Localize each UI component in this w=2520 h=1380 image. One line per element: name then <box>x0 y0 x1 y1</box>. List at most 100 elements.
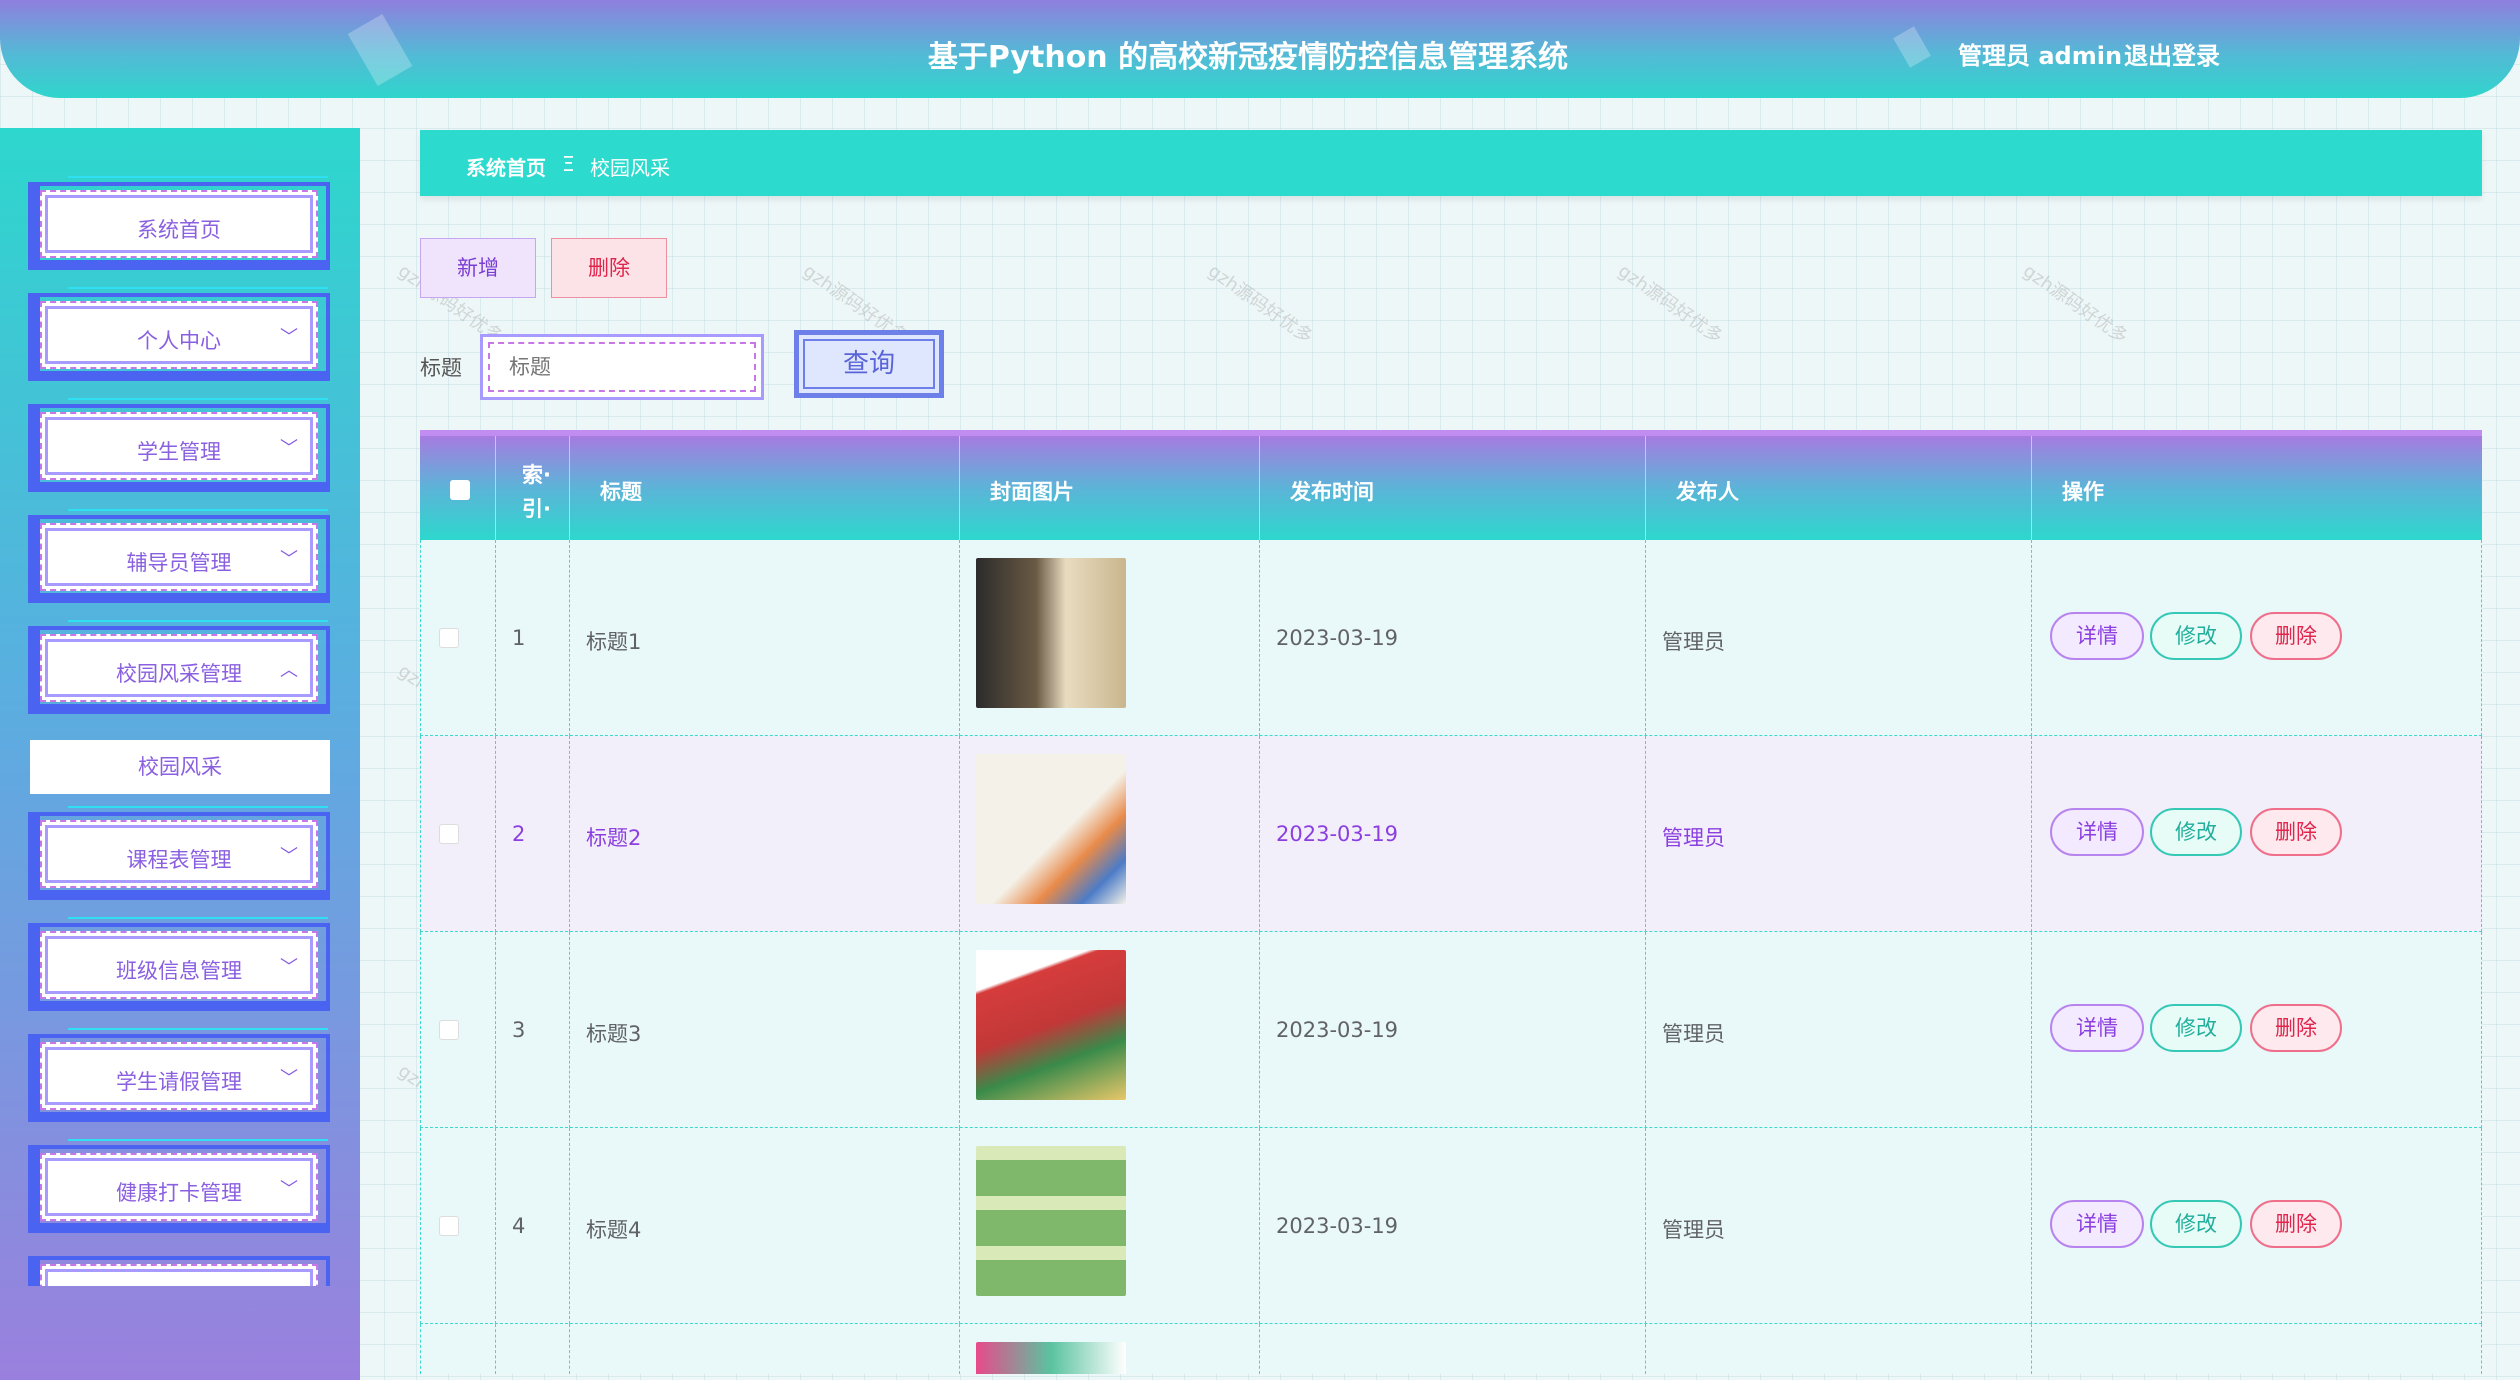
sidebar-item-schedule[interactable]: 课程表管理 ﹀ <box>28 806 330 900</box>
sidebar-item-class-info[interactable]: 班级信息管理 ﹀ <box>28 917 330 1011</box>
cell-title <box>570 1324 960 1374</box>
chevron-down-icon: ﹀ <box>280 957 298 978</box>
cover-image[interactable] <box>976 754 1126 904</box>
cell-title: 标题2 <box>570 736 960 932</box>
header-cover: 封面图片 <box>960 436 1260 540</box>
cell-cover <box>960 1128 1260 1324</box>
select-all-checkbox[interactable] <box>450 480 470 500</box>
delete-button[interactable]: 删除 <box>2250 1200 2342 1248</box>
cell-index: 1 <box>496 540 570 736</box>
sidebar-subitem-campus-style[interactable]: 校园风采 <box>30 740 330 794</box>
chevron-down-icon: ﹀ <box>280 846 298 867</box>
sidebar-item-campus-style[interactable]: 校园风采管理 ︿ <box>28 620 330 714</box>
cell-title: 标题3 <box>570 932 960 1128</box>
menu-line <box>68 287 328 289</box>
table-row[interactable]: 3 标题3 2023-03-19 管理员 详情 修改 删除 <box>420 932 2482 1128</box>
edit-button[interactable]: 修改 <box>2150 612 2242 660</box>
menu-line <box>68 620 328 622</box>
cell-cover <box>960 1324 1260 1374</box>
cell-author: 管理员 <box>1646 932 2032 1128</box>
search-label: 标题 <box>420 356 462 380</box>
cell-cover <box>960 736 1260 932</box>
cell-index: 3 <box>496 932 570 1128</box>
detail-button[interactable]: 详情 <box>2050 612 2144 660</box>
cover-image[interactable] <box>976 950 1126 1100</box>
header-actions: 操作 <box>2062 480 2104 504</box>
chevron-down-icon: ﹀ <box>280 327 298 348</box>
table-row[interactable] <box>420 1324 2482 1374</box>
cell-index: 4 <box>496 1128 570 1324</box>
cell-cover <box>960 540 1260 736</box>
cell-author: 管理员 <box>1646 736 2032 932</box>
cell-cover <box>960 932 1260 1128</box>
cover-image[interactable] <box>976 1146 1126 1296</box>
sidebar-item-label: 系统首页 <box>137 218 221 242</box>
table-row[interactable]: 4 标题4 2023-03-19 管理员 详情 修改 删除 <box>420 1128 2482 1324</box>
row-select <box>420 932 496 1128</box>
sidebar-item-leave[interactable]: 学生请假管理 ﹀ <box>28 1028 330 1122</box>
sidebar-item-health[interactable]: 健康打卡管理 ﹀ <box>28 1139 330 1233</box>
edit-button[interactable]: 修改 <box>2150 1200 2242 1248</box>
header-publish-time: 发布时间 <box>1260 436 1646 540</box>
detail-button[interactable]: 详情 <box>2050 808 2144 856</box>
logout-link[interactable]: 退出登录 <box>2124 36 2220 71</box>
delete-button[interactable]: 删除 <box>2250 612 2342 660</box>
sidebar-item-counselors[interactable]: 辅导员管理 ﹀ <box>28 509 330 603</box>
sidebar-item-partial[interactable] <box>28 1256 330 1286</box>
detail-button[interactable]: 详情 <box>2050 1004 2144 1052</box>
delete-button[interactable]: 删除 <box>2250 1004 2342 1052</box>
sidebar-item-personal[interactable]: 个人中心 ﹀ <box>28 287 330 381</box>
chevron-up-icon: ︿ <box>280 660 298 681</box>
header-index: 索·引· <box>496 436 570 540</box>
cell-actions <box>2032 1324 2482 1374</box>
app-header: 基于Python 的高校新冠疫情防控信息管理系统 管理员 admin 退出登录 <box>0 0 2520 98</box>
sidebar: 系统首页 个人中心 ﹀ 学生管理 ﹀ 辅导员管理 ﹀ 校园风采管理 ︿ 校园风采… <box>0 128 360 1380</box>
row-checkbox[interactable] <box>439 1020 459 1040</box>
row-checkbox[interactable] <box>439 824 459 844</box>
cell-author: 管理员 <box>1646 1128 2032 1324</box>
cover-image[interactable] <box>976 1342 1126 1374</box>
cell-time: 2023-03-19 <box>1260 736 1646 932</box>
cell-time: 2023-03-19 <box>1260 540 1646 736</box>
add-button[interactable]: 新增 <box>420 238 536 298</box>
chevron-down-icon: ﹀ <box>280 1179 298 1200</box>
cell-time: 2023-03-19 <box>1260 932 1646 1128</box>
header-title: 标题 <box>570 436 960 540</box>
header-select-all <box>420 436 496 540</box>
cell-actions: 详情 修改 删除 <box>2032 540 2482 736</box>
header-publisher: 发布人 <box>1646 436 2032 540</box>
row-checkbox[interactable] <box>439 628 459 648</box>
cell-author <box>1646 1324 2032 1374</box>
edit-button[interactable]: 修改 <box>2150 1004 2242 1052</box>
menu-line <box>68 509 328 511</box>
sidebar-item-students[interactable]: 学生管理 ﹀ <box>28 398 330 492</box>
cell-index: 2 <box>496 736 570 932</box>
cover-image[interactable] <box>976 558 1126 708</box>
row-select <box>420 736 496 932</box>
table-row[interactable]: 2 标题2 2023-03-19 管理员 详情 修改 删除 <box>420 736 2482 932</box>
menu-line <box>68 1028 328 1030</box>
cell-time <box>1260 1324 1646 1374</box>
delete-button[interactable]: 删除 <box>2250 808 2342 856</box>
table-header: 索·引· 标题 封面图片 发布时间 发布人 操作 <box>420 430 2482 540</box>
detail-button[interactable]: 详情 <box>2050 1200 2144 1248</box>
menu-line <box>68 917 328 919</box>
row-select <box>420 1128 496 1324</box>
cell-time: 2023-03-19 <box>1260 1128 1646 1324</box>
cell-actions: 详情 修改 删除 <box>2032 736 2482 932</box>
current-user: 管理员 admin <box>1958 42 2123 70</box>
search-input[interactable] <box>480 334 764 400</box>
edit-button[interactable]: 修改 <box>2150 808 2242 856</box>
breadcrumb-home[interactable]: 系统首页 <box>466 152 546 181</box>
menu-line <box>68 806 328 808</box>
table-row[interactable]: 1 标题1 2023-03-19 管理员 详情 修改 删除 <box>420 540 2482 736</box>
row-checkbox[interactable] <box>439 1216 459 1236</box>
cell-title: 标题4 <box>570 1128 960 1324</box>
search-button[interactable]: 查询 <box>794 330 944 398</box>
breadcrumb-current: 校园风采 <box>590 156 670 180</box>
row-select <box>420 1324 496 1374</box>
cell-actions: 详情 修改 删除 <box>2032 932 2482 1128</box>
batch-delete-button[interactable]: 删除 <box>551 238 667 298</box>
sidebar-item-home[interactable]: 系统首页 <box>28 176 330 270</box>
cell-index <box>496 1324 570 1374</box>
